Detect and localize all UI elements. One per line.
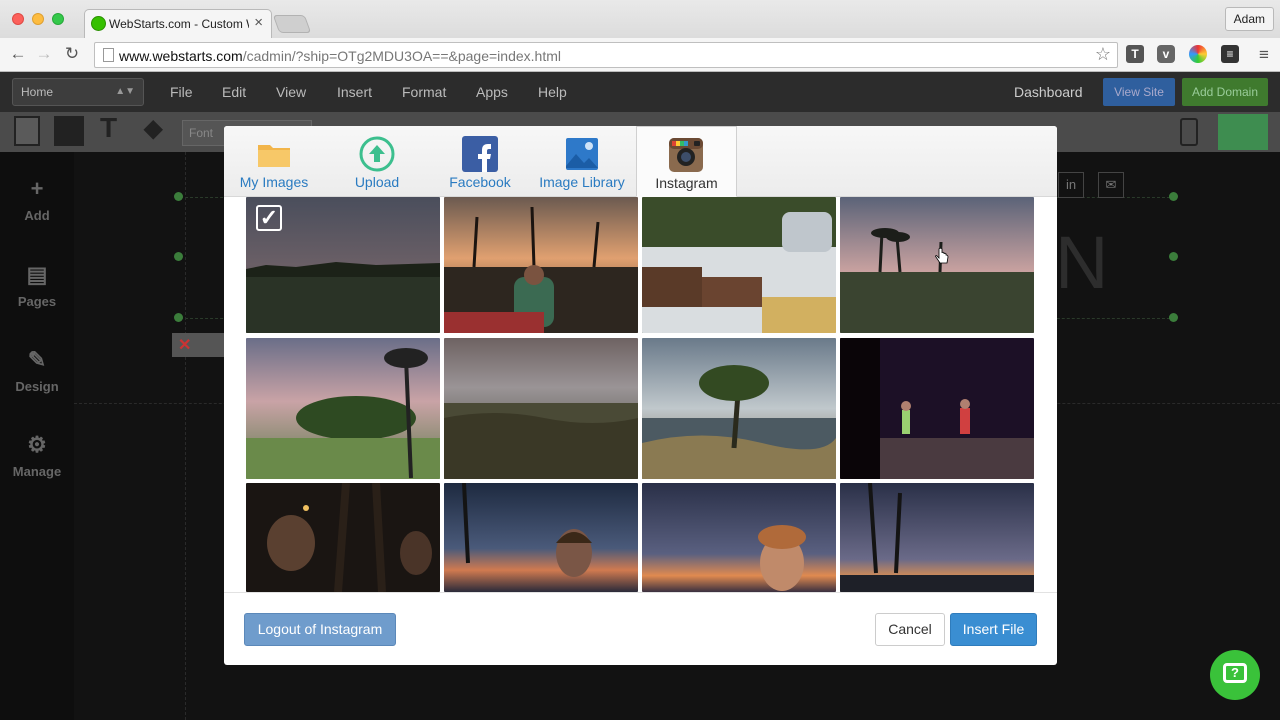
editor-menubar: Home ▲▼ File Edit View Insert Format Apps… [0, 72, 1280, 112]
browser-toolbar: ← → ↻ www.webstarts.com/cadmin/?ship=OTg… [0, 38, 1280, 72]
menu-icon[interactable]: ≡ [1254, 45, 1274, 65]
chat-icon: ? [1223, 663, 1247, 683]
back-icon[interactable]: ← [8, 44, 28, 64]
mobile-view-icon[interactable] [1180, 118, 1198, 146]
instagram-photo[interactable] [642, 338, 836, 479]
desktop-view-icon[interactable] [1218, 114, 1268, 150]
menu-format[interactable]: Format [402, 84, 446, 100]
maximize-window-button[interactable] [52, 13, 64, 25]
resize-handle[interactable] [1169, 252, 1178, 261]
selected-check-icon[interactable]: ✓ [256, 205, 282, 231]
instagram-photo[interactable] [444, 197, 638, 333]
tab-label: Instagram [655, 175, 718, 191]
element-toolbar: ✕ [172, 333, 224, 357]
instagram-icon [669, 138, 703, 172]
instagram-photo[interactable] [642, 483, 836, 592]
instagram-photo[interactable] [642, 197, 836, 333]
menu-view[interactable]: View [276, 84, 306, 100]
profile-button[interactable]: Adam [1224, 7, 1274, 31]
insert-file-button[interactable]: Insert File [950, 613, 1037, 646]
paint-bucket-icon[interactable]: ◆ [144, 114, 162, 143]
tab-image-library[interactable]: Image Library [536, 126, 628, 197]
instagram-photo[interactable] [246, 338, 440, 479]
instagram-photo[interactable] [246, 483, 440, 592]
image-library-icon [566, 138, 598, 170]
resize-handle[interactable] [174, 252, 183, 261]
sidebar-item-design[interactable]: ✎ Design [0, 347, 74, 394]
sidebar-item-add[interactable]: + Add [0, 176, 74, 223]
image-source-tabs: My Images Upload Facebook Image Library [224, 126, 1057, 197]
tab-close-icon[interactable]: × [254, 14, 263, 31]
url-text[interactable]: www.webstarts.com/cadmin/?ship=OTg2MDU3O… [119, 48, 561, 64]
tab-facebook[interactable]: Facebook [438, 126, 522, 197]
view-site-button[interactable]: View Site [1103, 78, 1175, 106]
dashboard-link[interactable]: Dashboard [1014, 84, 1083, 100]
color-extension-icon[interactable] [1189, 45, 1207, 63]
menu-file[interactable]: File [170, 84, 193, 100]
pages-icon: ▤ [26, 262, 48, 287]
close-window-button[interactable] [12, 13, 24, 25]
linkedin-icon[interactable]: in [1058, 172, 1084, 198]
browser-tab-active[interactable]: WebStarts.com - Custom W × [84, 9, 272, 38]
resize-handle[interactable] [174, 192, 183, 201]
forward-icon[interactable]: → [34, 44, 54, 64]
tab-label: Facebook [449, 174, 511, 190]
resize-handle[interactable] [1169, 192, 1178, 201]
pocket-icon[interactable]: v [1157, 45, 1175, 63]
add-domain-button[interactable]: Add Domain [1182, 78, 1268, 106]
extension-t-icon[interactable]: T [1126, 45, 1144, 63]
menu-insert[interactable]: Insert [337, 84, 372, 100]
address-bar[interactable]: www.webstarts.com/cadmin/?ship=OTg2MDU3O… [94, 42, 1118, 68]
sidebar-item-pages[interactable]: ▤ Pages [0, 262, 74, 309]
resize-handle[interactable] [174, 313, 183, 322]
modal-footer: Logout of Instagram Cancel Insert File [224, 592, 1057, 665]
tab-label: My Images [239, 174, 309, 190]
page-select[interactable]: Home ▲▼ [12, 78, 144, 106]
cancel-button[interactable]: Cancel [875, 613, 945, 646]
instagram-photo[interactable] [840, 483, 1034, 592]
resize-handle[interactable] [1169, 313, 1178, 322]
webstarts-favicon-icon [91, 16, 106, 31]
tab-upload[interactable]: Upload [334, 126, 420, 197]
menu-apps[interactable]: Apps [476, 84, 508, 100]
sidebar-item-manage[interactable]: ⚙ Manage [0, 432, 74, 479]
brush-icon: ✎ [27, 347, 47, 372]
browser-titlebar: WebStarts.com - Custom W × Adam [0, 0, 1280, 38]
tab-title: WebStarts.com - Custom W [109, 17, 249, 31]
editor-sidebar: + Add ▤ Pages ✎ Design ⚙ Manage [0, 152, 74, 720]
reload-icon[interactable]: ↻ [62, 44, 82, 64]
bookmark-star-icon[interactable]: ☆ [1095, 44, 1111, 65]
new-tab-button[interactable] [272, 15, 312, 33]
save-icon[interactable] [54, 116, 84, 146]
hand-cursor-icon [935, 248, 949, 264]
tab-label: Upload [354, 174, 400, 190]
tab-my-images[interactable]: My Images [232, 126, 316, 197]
delete-icon[interactable]: ✕ [178, 335, 191, 355]
menu-help[interactable]: Help [538, 84, 567, 100]
buffer-icon[interactable]: ≡ [1221, 45, 1239, 63]
photo-grid: ✓ [224, 197, 1057, 592]
text-icon[interactable]: T [100, 112, 117, 144]
insert-image-modal: My Images Upload Facebook Image Library [224, 126, 1057, 665]
instagram-photo[interactable] [444, 338, 638, 479]
email-icon[interactable]: ✉ [1098, 172, 1124, 198]
facebook-icon [462, 136, 498, 172]
chat-button[interactable]: ? [1210, 650, 1260, 700]
plus-icon: + [30, 176, 44, 201]
logout-instagram-button[interactable]: Logout of Instagram [244, 613, 396, 646]
add-page-icon[interactable] [14, 116, 40, 146]
page-icon [103, 48, 114, 62]
gear-icon: ⚙ [27, 432, 47, 457]
tab-instagram[interactable]: Instagram [636, 126, 737, 197]
menu-edit[interactable]: Edit [222, 84, 246, 100]
column-guide [185, 152, 186, 720]
upload-icon [359, 136, 395, 172]
heading-letter: N [1055, 221, 1109, 304]
instagram-photo[interactable] [840, 338, 1034, 479]
instagram-photo[interactable] [444, 483, 638, 592]
minimize-window-button[interactable] [32, 13, 44, 25]
folder-icon [258, 145, 290, 167]
tab-label: Image Library [539, 174, 625, 190]
